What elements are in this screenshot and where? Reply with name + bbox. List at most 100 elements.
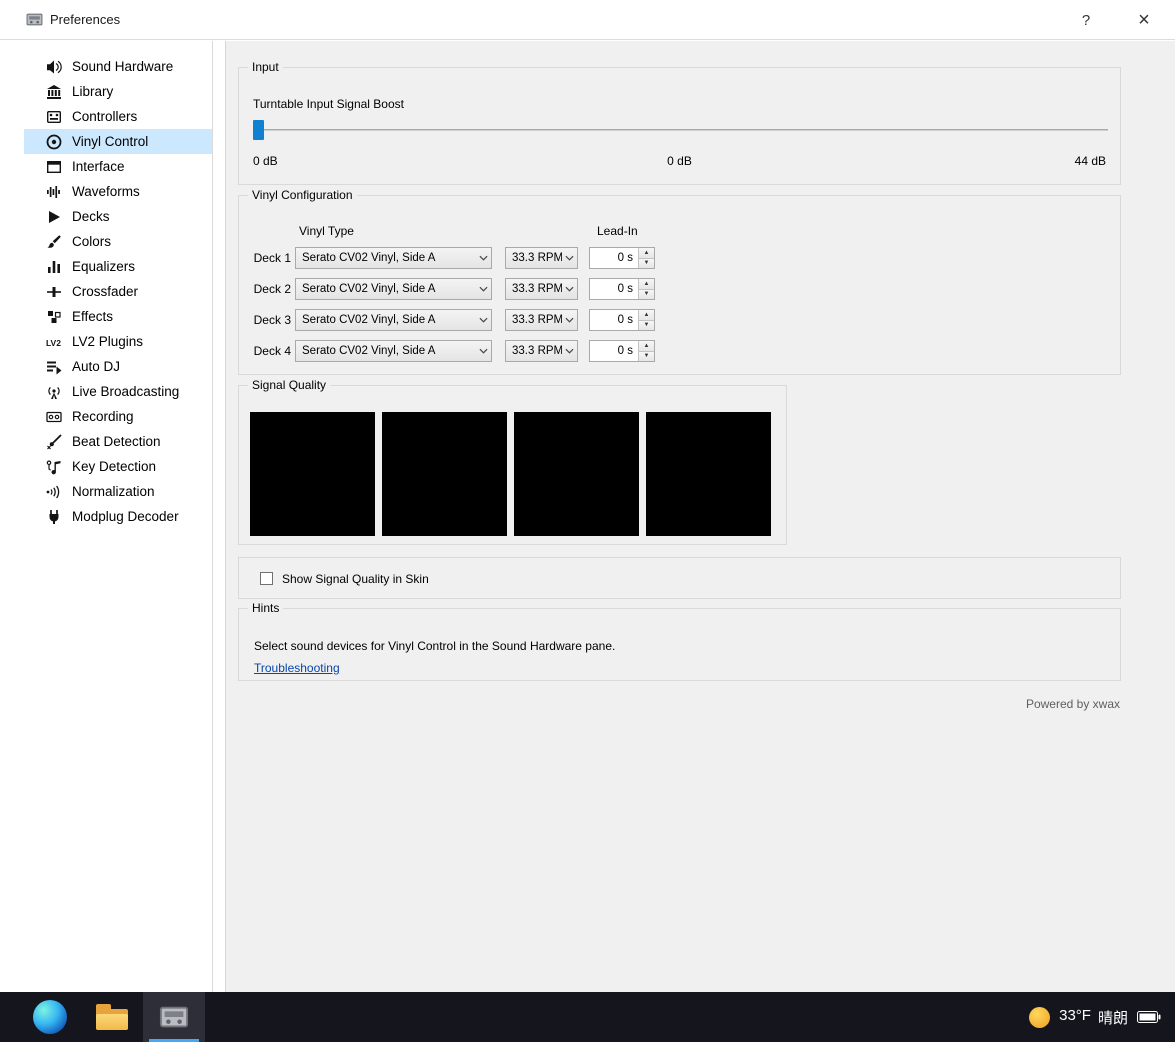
- combo-value: Serato CV02 Vinyl, Side A: [302, 283, 436, 295]
- spinbox-value: 0 s: [617, 345, 633, 357]
- show-signal-quality-checkbox[interactable]: [260, 572, 273, 585]
- combo-value: 33.3 RPM: [512, 314, 562, 326]
- sidebar-item-live-broadcasting[interactable]: Live Broadcasting: [24, 379, 212, 404]
- paintbrush-icon: [46, 234, 62, 250]
- spinbox-value: 0 s: [617, 283, 633, 295]
- deck2-leadin-spinbox[interactable]: 0 s ▲ ▼: [589, 278, 655, 300]
- file-manager-taskbar-button[interactable]: [81, 992, 143, 1042]
- deck1-rpm-select[interactable]: 33.3 RPM: [505, 247, 578, 269]
- sidebar-item-decks[interactable]: Decks: [24, 204, 212, 229]
- spin-up-button[interactable]: ▲: [639, 279, 654, 290]
- combo-value: Serato CV02 Vinyl, Side A: [302, 314, 436, 326]
- spin-up-button[interactable]: ▲: [639, 310, 654, 321]
- sidebar-item-beat-detection[interactable]: Beat Detection: [24, 429, 212, 454]
- temperature-label: 33°F: [1059, 1006, 1091, 1024]
- sidebar-item-effects[interactable]: Effects: [24, 304, 212, 329]
- spin-up-button[interactable]: ▲: [639, 341, 654, 352]
- deck2-vinyl-type-select[interactable]: Serato CV02 Vinyl, Side A: [295, 278, 492, 300]
- sidebar-item-auto-dj[interactable]: Auto DJ: [24, 354, 212, 379]
- sidebar-item-label: Controllers: [72, 109, 138, 124]
- sidebar-item-label: Auto DJ: [72, 359, 121, 374]
- taskbar-app-buttons: [19, 992, 205, 1042]
- sidebar-item-label: Decks: [72, 209, 110, 224]
- sidebar-item-key-detection[interactable]: Key Detection: [24, 454, 212, 479]
- weather-widget[interactable]: 33°F 晴朗: [1059, 1007, 1128, 1028]
- equalizer-bars-icon: [46, 259, 62, 275]
- sidebar-item-colors[interactable]: Colors: [24, 229, 212, 254]
- groupbox-title: Vinyl Configuration: [248, 188, 357, 202]
- edge-browser-icon: [33, 1000, 67, 1034]
- sidebar-item-waveforms[interactable]: Waveforms: [24, 179, 212, 204]
- sidebar-item-label: Library: [72, 84, 114, 99]
- spinbox-value: 0 s: [617, 252, 633, 264]
- sidebar-item-controllers[interactable]: Controllers: [24, 104, 212, 129]
- spin-buttons: ▲ ▼: [638, 310, 654, 330]
- troubleshooting-link[interactable]: Troubleshooting: [254, 661, 340, 675]
- cassette-icon: [46, 409, 62, 425]
- sidebar-item-recording[interactable]: Recording: [24, 404, 212, 429]
- spin-down-button[interactable]: ▼: [639, 258, 654, 268]
- file-manager-icon: [95, 1003, 129, 1032]
- skin-option-groupbox: Show Signal Quality in Skin: [238, 557, 1121, 599]
- signal-quality-groupbox: Signal Quality: [238, 378, 787, 545]
- deck4-row: Deck 4 Serato CV02 Vinyl, Side A 33.3 RP…: [239, 340, 1120, 362]
- deck3-rpm-select[interactable]: 33.3 RPM: [505, 309, 578, 331]
- combo-value: Serato CV02 Vinyl, Side A: [302, 345, 436, 357]
- sidebar-item-lv2-plugins[interactable]: LV2 LV2 Plugins: [24, 329, 212, 354]
- close-button[interactable]: ×: [1129, 5, 1159, 35]
- vinyl-control-pane: Input Turntable Input Signal Boost 0 dB …: [225, 41, 1175, 992]
- chevron-down-icon: [562, 348, 577, 354]
- deck3-vinyl-type-select[interactable]: Serato CV02 Vinyl, Side A: [295, 309, 492, 331]
- deck2-row: Deck 2 Serato CV02 Vinyl, Side A 33.3 RP…: [239, 278, 1120, 300]
- spin-down-button[interactable]: ▼: [639, 351, 654, 361]
- sidebar-item-label: Key Detection: [72, 459, 157, 474]
- deck1-vinyl-type-select[interactable]: Serato CV02 Vinyl, Side A: [295, 247, 492, 269]
- help-button[interactable]: ?: [1071, 5, 1101, 35]
- deck4-vinyl-type-select[interactable]: Serato CV02 Vinyl, Side A: [295, 340, 492, 362]
- spin-down-button[interactable]: ▼: [639, 289, 654, 299]
- deck3-leadin-spinbox[interactable]: 0 s ▲ ▼: [589, 309, 655, 331]
- waveform-icon: [46, 184, 62, 200]
- deck-label: Deck 2: [253, 282, 291, 296]
- sidebar-item-label: LV2 Plugins: [72, 334, 144, 349]
- effects-icon: [46, 309, 62, 325]
- deck1-row: Deck 1 Serato CV02 Vinyl, Side A 33.3 RP…: [239, 247, 1120, 269]
- deck4-rpm-select[interactable]: 33.3 RPM: [505, 340, 578, 362]
- lv2-icon: LV2: [46, 334, 62, 350]
- beat-detection-icon: [46, 433, 62, 450]
- preferences-taskbar-button[interactable]: [143, 992, 205, 1042]
- sidebar-item-sound-hardware[interactable]: Sound Hardware: [24, 54, 212, 79]
- sidebar-item-equalizers[interactable]: Equalizers: [24, 254, 212, 279]
- deck3-row: Deck 3 Serato CV02 Vinyl, Side A 33.3 RP…: [239, 309, 1120, 331]
- scale-max-label: 44 dB: [1074, 154, 1106, 168]
- spin-down-button[interactable]: ▼: [639, 320, 654, 330]
- deck1-leadin-spinbox[interactable]: 0 s ▲ ▼: [589, 247, 655, 269]
- sidebar-item-label: Sound Hardware: [72, 59, 174, 74]
- edge-taskbar-button[interactable]: [19, 992, 81, 1042]
- sidebar-item-interface[interactable]: Interface: [24, 154, 212, 179]
- window-icon: [46, 159, 62, 175]
- spin-buttons: ▲ ▼: [638, 341, 654, 361]
- slider-handle[interactable]: [253, 120, 264, 140]
- vinyl-type-column-header: Vinyl Type: [299, 224, 354, 238]
- speaker-icon: [46, 59, 62, 75]
- chevron-down-icon: [476, 255, 491, 261]
- sidebar-item-normalization[interactable]: Normalization: [24, 479, 212, 504]
- hints-text: Select sound devices for Vinyl Control i…: [254, 639, 616, 653]
- weather-condition-label: 晴朗: [1097, 1009, 1128, 1027]
- deck4-leadin-spinbox[interactable]: 0 s ▲ ▼: [589, 340, 655, 362]
- boost-slider[interactable]: [253, 120, 1108, 140]
- boost-slider-label: Turntable Input Signal Boost: [253, 97, 404, 111]
- sidebar-item-library[interactable]: Library: [24, 79, 212, 104]
- spin-up-button[interactable]: ▲: [639, 248, 654, 259]
- play-icon: [46, 209, 62, 225]
- sidebar-item-vinyl-control[interactable]: Vinyl Control: [24, 129, 212, 154]
- chevron-down-icon: [562, 286, 577, 292]
- deck2-rpm-select[interactable]: 33.3 RPM: [505, 278, 578, 300]
- window-title: Preferences: [50, 12, 121, 27]
- sidebar-item-label: Beat Detection: [72, 434, 161, 449]
- taskbar-status-area: 33°F 晴朗: [1029, 992, 1161, 1042]
- sidebar-item-modplug-decoder[interactable]: Modplug Decoder: [24, 504, 212, 529]
- taskbar: 33°F 晴朗: [0, 992, 1175, 1042]
- sidebar-item-crossfader[interactable]: Crossfader: [24, 279, 212, 304]
